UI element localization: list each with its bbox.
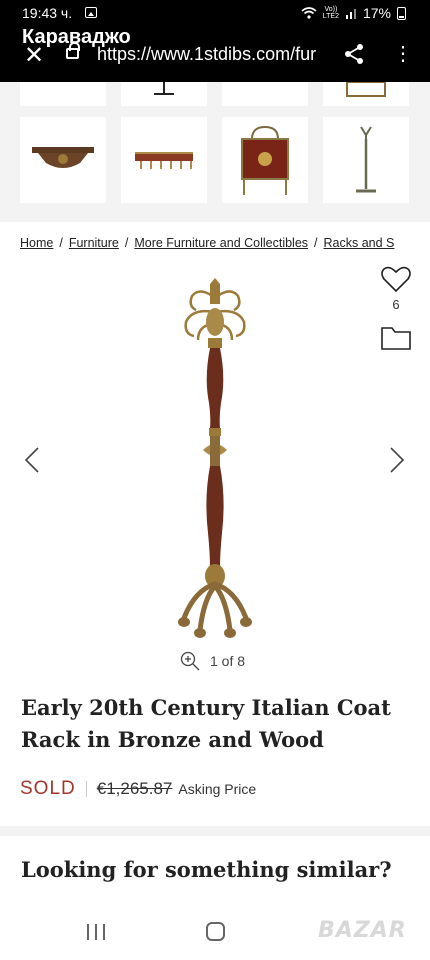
recent-apps-icon[interactable] (87, 924, 105, 940)
breadcrumb-link-more-furniture[interactable]: More Furniture and Collectibles (134, 236, 308, 250)
heart-icon[interactable] (381, 265, 411, 293)
breadcrumb-link-furniture[interactable]: Furniture (69, 236, 119, 250)
image-counter: 1 of 8 (180, 651, 245, 671)
divider (85, 781, 87, 797)
breadcrumb-separator: / (59, 236, 63, 250)
network-lte: LTE2 (322, 13, 339, 20)
thumbnail[interactable] (20, 82, 106, 106)
status-indicators: Vo)) LTE2 17% (301, 5, 406, 21)
breadcrumb-separator: / (124, 236, 129, 250)
thumbnail[interactable] (20, 117, 106, 203)
watermark-logo: BAZAR (318, 918, 407, 943)
home-icon[interactable] (206, 922, 225, 941)
wifi-icon (301, 7, 317, 19)
lock-icon[interactable] (66, 42, 80, 59)
thumbnail-image (241, 125, 289, 195)
breadcrumb-separator: / (314, 236, 318, 250)
thumbnail[interactable] (121, 82, 207, 106)
chevron-left-icon[interactable] (24, 446, 40, 474)
browser-toolbar: Караваджо ✕ https://www.1stdibs.com/fur … (0, 26, 430, 82)
breadcrumb-link-home[interactable]: Home (20, 236, 53, 250)
thumbnail-image (32, 147, 94, 168)
folder-icon[interactable] (381, 326, 411, 350)
breadcrumb-link-racks[interactable]: Racks and S (324, 236, 395, 250)
breadcrumb: Home / Furniture / More Furniture and Collec… (20, 236, 394, 250)
share-icon[interactable] (343, 43, 365, 65)
favorite-count: 6 (392, 297, 400, 312)
thumbnail[interactable] (222, 82, 308, 106)
thumbnail[interactable] (222, 117, 308, 203)
thumbnail[interactable] (121, 117, 207, 203)
price-value: €1,265.87 (96, 779, 173, 798)
zoom-icon[interactable] (180, 651, 200, 671)
price-row: SOLD €1,265.87 Asking Price (20, 778, 256, 800)
url-bar[interactable]: https://www.1stdibs.com/fur (97, 44, 329, 65)
battery-percent: 17% (362, 5, 391, 21)
network-type: Vo)) LTE2 (323, 6, 339, 20)
product-title: Early 20th Century Italian Coat Rack in … (21, 695, 391, 752)
network-volte: Vo)) (324, 6, 338, 13)
overflow-menu-icon[interactable]: ⋮ (393, 43, 413, 65)
sold-badge: SOLD (20, 778, 76, 799)
section-divider (0, 826, 430, 836)
similar-heading: Looking for something similar? (21, 857, 392, 882)
system-nav-bar: BAZAR (0, 910, 430, 960)
price-label: Asking Price (178, 781, 257, 797)
image-counter-text: 1 of 8 (210, 653, 246, 669)
thumbnail-image (135, 152, 193, 169)
battery-icon (397, 6, 406, 20)
chevron-right-icon[interactable] (389, 446, 405, 474)
picture-icon (85, 7, 97, 18)
thumbnail[interactable] (323, 117, 409, 203)
signal-icon (345, 9, 356, 19)
close-icon[interactable]: ✕ (24, 44, 44, 68)
thumbnail-image (356, 126, 376, 193)
thumbnail-image (346, 82, 386, 97)
thumbnail[interactable] (323, 82, 409, 106)
status-time: 19:43 ч. (22, 5, 73, 21)
thumbnail-image (154, 82, 174, 95)
status-bar: 19:43 ч. Vo)) LTE2 17% (0, 0, 430, 26)
product-image[interactable] (170, 278, 260, 640)
